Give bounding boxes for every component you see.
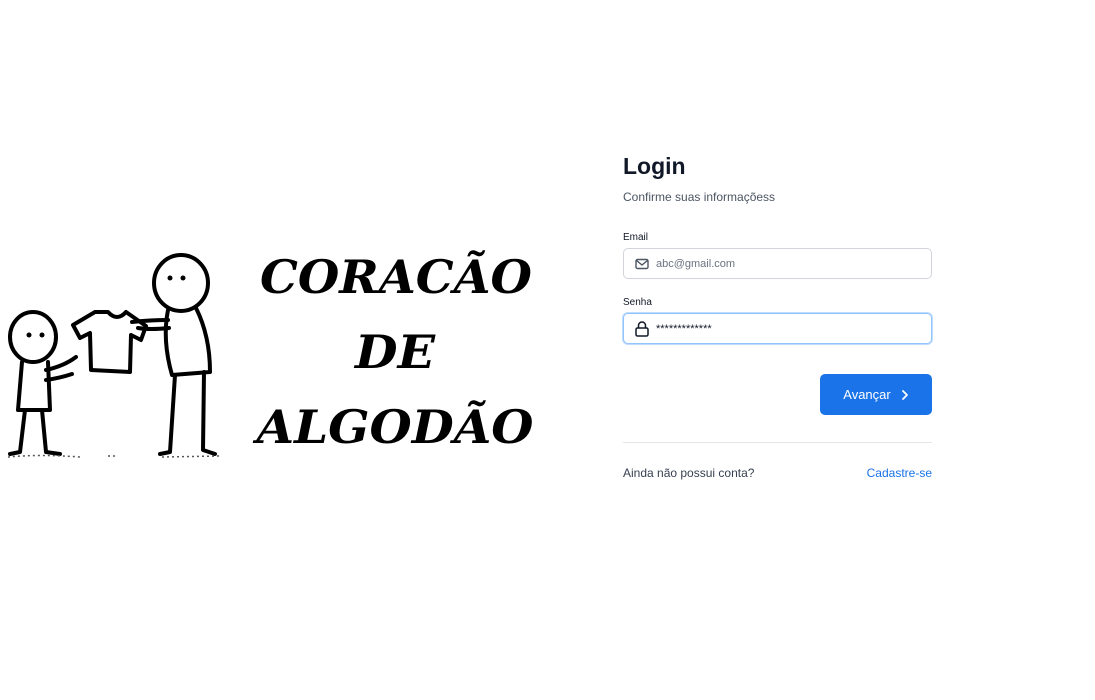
password-field[interactable] — [623, 313, 932, 344]
chevron-right-icon — [901, 389, 909, 401]
login-subtitle: Confirme suas informaçõess — [623, 190, 776, 204]
lock-icon — [634, 320, 650, 337]
divider — [623, 442, 932, 443]
logo-line-3: ALGODÃO — [252, 399, 533, 454]
email-field[interactable] — [623, 248, 932, 279]
login-panel: Login Confirme suas informaçõess Email S… — [623, 152, 932, 480]
email-label: Email — [623, 232, 649, 243]
signup-prompt: Ainda não possui conta? Cadastre-se — [623, 465, 932, 481]
logo-line-1: CORACÃO — [260, 249, 532, 304]
password-label: Senha — [623, 297, 652, 308]
submit-button[interactable]: Avançar — [820, 374, 932, 415]
submit-label: Avançar — [843, 387, 891, 402]
brand-logo: CORACÃO DE ALGODÃO — [252, 249, 533, 454]
password-input[interactable] — [656, 314, 931, 343]
logo-line-2: DE — [353, 325, 436, 379]
email-input[interactable] — [656, 249, 931, 278]
signup-link[interactable]: Cadastre-se — [867, 465, 932, 481]
login-title: Login — [623, 153, 686, 179]
stick-figures-giving-shirt: CORACÃO DE ALGODÃO — [7, 249, 533, 458]
mail-icon — [634, 256, 650, 272]
signup-prompt-text: Ainda não possui conta? — [623, 466, 755, 480]
brand-illustration: CORACÃO DE ALGODÃO — [0, 240, 545, 470]
